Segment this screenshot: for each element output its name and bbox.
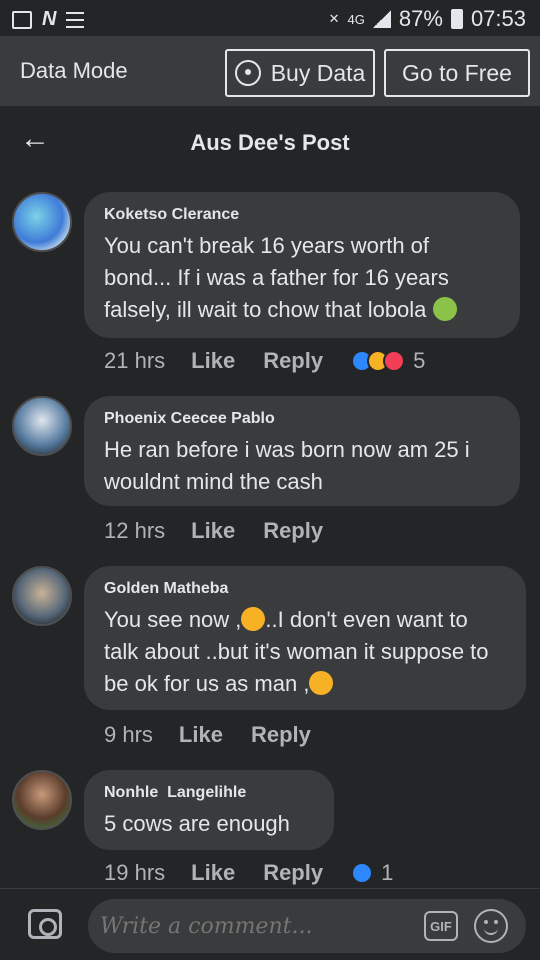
- comment-text: You can't break 16 years worth of bond..…: [104, 233, 449, 322]
- comment-time: 19 hrs: [104, 860, 166, 885]
- post-header: ← Aus Dee's Post: [0, 106, 540, 178]
- go-to-free-label: Go to Free: [402, 59, 512, 86]
- love-reaction-icon[interactable]: [383, 350, 406, 372]
- buy-data-label: Buy Data: [270, 59, 366, 86]
- like-reaction-icon[interactable]: [351, 862, 374, 884]
- gallery-notification-icon: [12, 10, 32, 29]
- reply-button[interactable]: Reply: [263, 860, 323, 886]
- comment-meta: 21 hrs Like Reply 5: [104, 348, 425, 374]
- data-mode-bar: Data Mode Buy Data Go to Free: [0, 36, 540, 106]
- comment-time: 12 hrs: [104, 518, 166, 543]
- comment-author[interactable]: Phoenix Ceecee Pablo: [104, 410, 500, 428]
- go-to-free-button[interactable]: Go to Free: [384, 49, 530, 97]
- network-type: 4G: [347, 11, 365, 27]
- comment-time: 9 hrs: [104, 722, 153, 747]
- comment-author[interactable]: Nonhle Langelihle: [104, 784, 314, 802]
- comment-time: 21 hrs: [104, 348, 166, 373]
- avatar[interactable]: [12, 770, 72, 830]
- clock: 07:53: [470, 6, 526, 31]
- avatar[interactable]: [12, 192, 72, 252]
- reaction-count[interactable]: 5: [413, 348, 425, 374]
- comment-author[interactable]: Koketso Clerance: [104, 206, 500, 224]
- battery-percent: 87%: [398, 6, 443, 31]
- comment-bubble: Phoenix Ceecee Pablo He ran before i was…: [84, 396, 520, 506]
- like-button[interactable]: Like: [191, 518, 235, 544]
- list-notification-icon: [66, 11, 85, 28]
- avatar[interactable]: [12, 396, 72, 456]
- like-button[interactable]: Like: [191, 348, 235, 374]
- comment-text: He ran before i was born now am 25 i wou…: [104, 437, 470, 494]
- comment-author[interactable]: Golden Matheba: [104, 580, 506, 598]
- avatar[interactable]: [12, 566, 72, 626]
- like-button[interactable]: Like: [179, 722, 223, 748]
- reply-button[interactable]: Reply: [263, 348, 323, 374]
- buy-data-button[interactable]: Buy Data: [225, 49, 375, 97]
- comment-input[interactable]: [88, 899, 526, 953]
- mute-icon: ✕: [328, 11, 340, 26]
- comment-bubble: Koketso Clerance You can't break 16 year…: [84, 192, 520, 338]
- signal-icon: [372, 10, 391, 28]
- n-notification-icon: N: [42, 8, 57, 30]
- page-title: Aus Dee's Post: [190, 130, 350, 155]
- emoji-picker-icon[interactable]: [474, 909, 508, 943]
- broadcast-icon: [234, 60, 261, 86]
- pensive-emoji-icon: [241, 607, 266, 631]
- reaction-count[interactable]: 1: [381, 860, 393, 886]
- comment-meta: 19 hrs Like Reply 1: [104, 860, 393, 886]
- comment-meta: 12 hrs Like Reply: [104, 518, 351, 544]
- comment-bubble: Golden Matheba You see now , ..I don't ev…: [84, 566, 526, 710]
- comment-text: 5 cows are enough: [104, 811, 290, 836]
- comment-meta: 9 hrs Like Reply: [104, 722, 339, 748]
- shrug-emoji-icon: [432, 297, 457, 321]
- comment-bubble: Nonhle Langelihle 5 cows are enough: [84, 770, 334, 850]
- comment-composer: GIF: [0, 888, 540, 960]
- reply-button[interactable]: Reply: [263, 518, 323, 544]
- like-button[interactable]: Like: [191, 860, 235, 886]
- camera-icon[interactable]: [28, 909, 62, 939]
- unamused-emoji-icon: [309, 671, 334, 695]
- battery-icon: [450, 9, 463, 29]
- comment-text: You see now ,: [104, 607, 242, 632]
- data-mode-label: Data Mode: [20, 58, 128, 83]
- reply-button[interactable]: Reply: [251, 722, 311, 748]
- gif-icon[interactable]: GIF: [424, 911, 458, 941]
- status-bar: N ✕ 4G 87% 07:53: [0, 0, 540, 36]
